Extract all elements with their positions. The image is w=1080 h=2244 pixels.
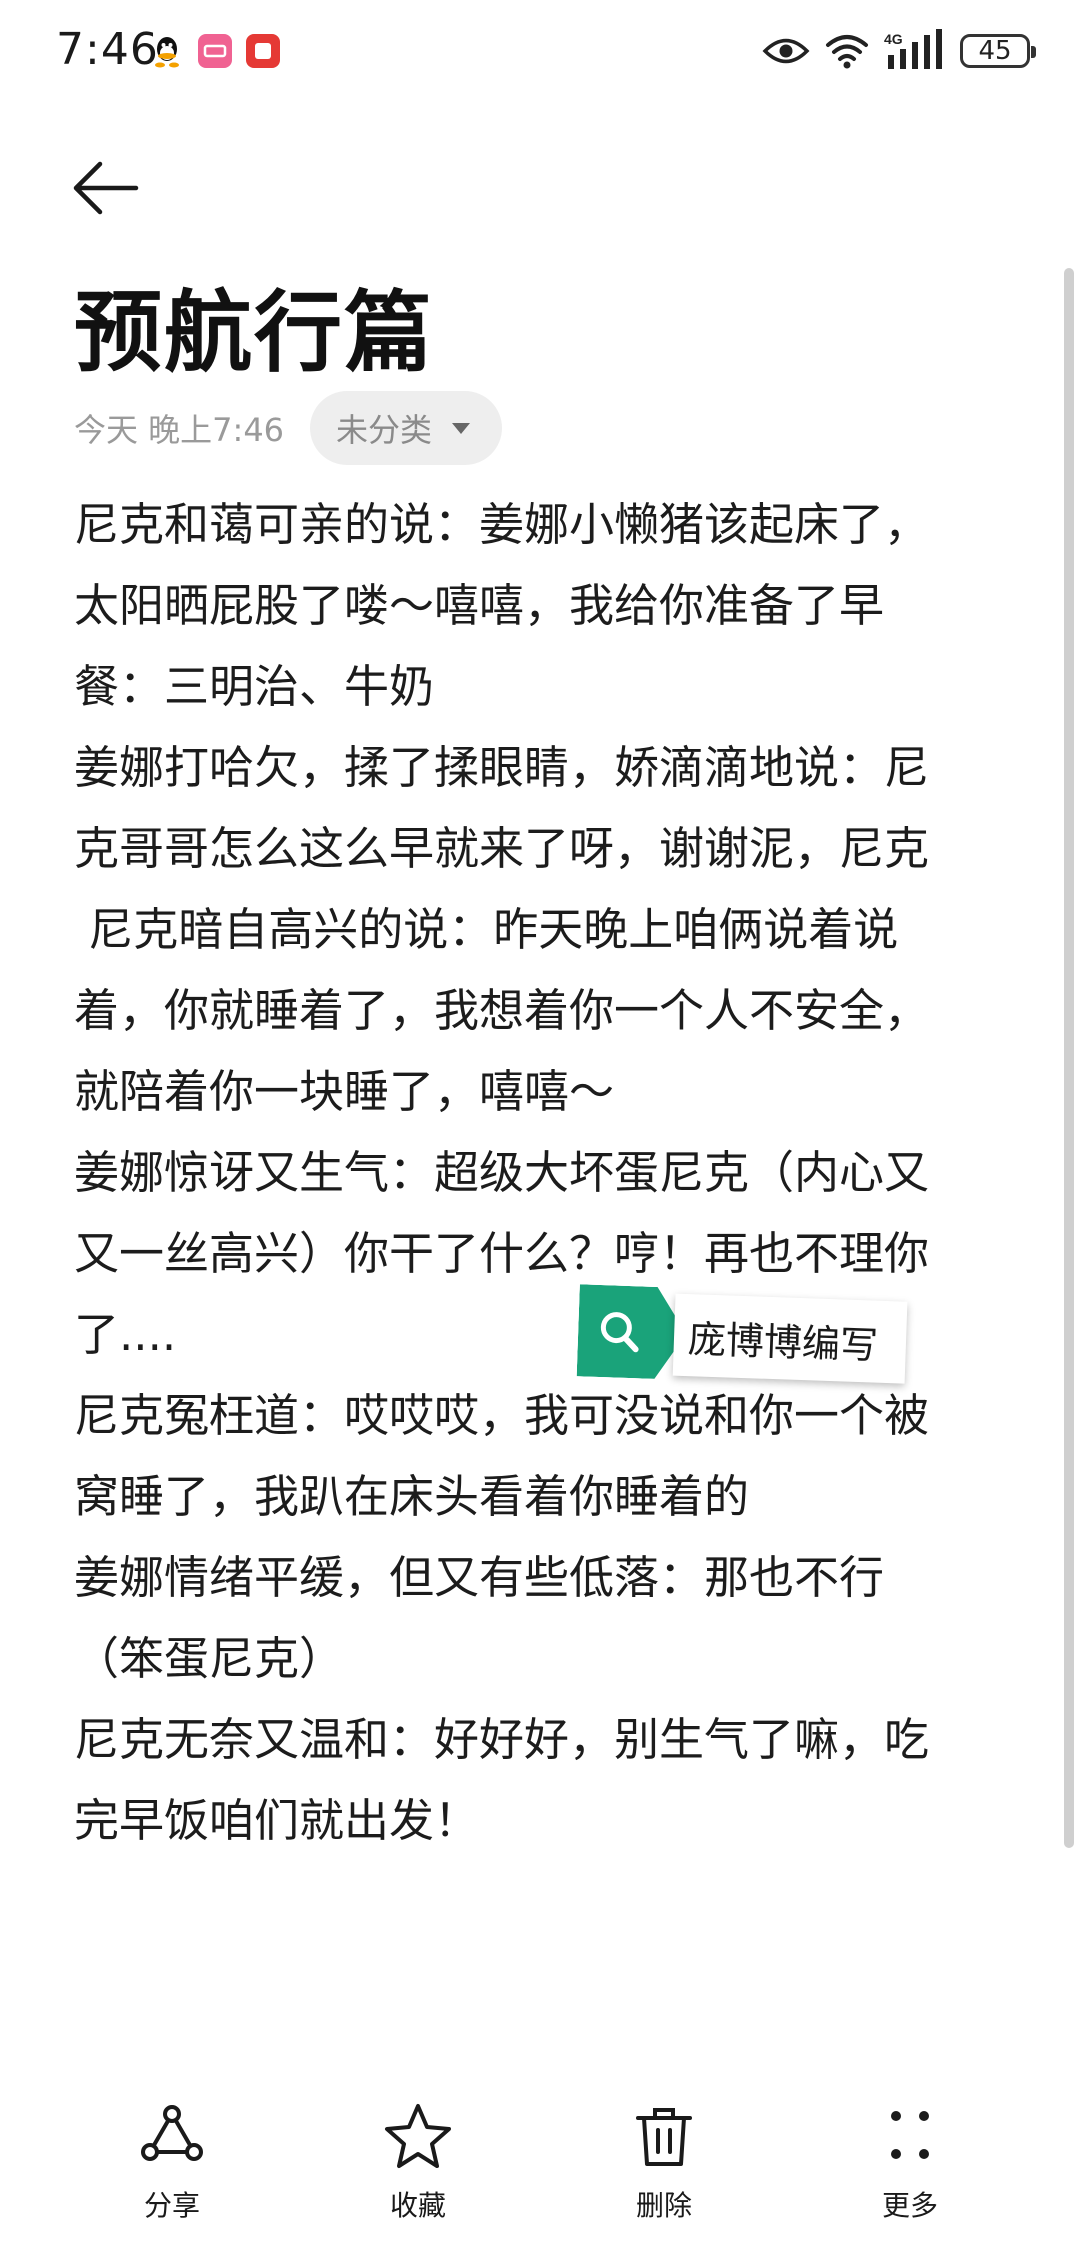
category-selector[interactable]: 未分类 xyxy=(310,391,503,465)
note-line: 克哥哥怎么这么早就来了呀，谢谢泥，尼克 xyxy=(74,822,930,875)
note-line: 姜娜惊讶又生气：超级大坏蛋尼克（内心又 xyxy=(74,1146,930,1199)
note-line: 姜娜情绪平缓，但又有些低落：那也不行 xyxy=(74,1551,885,1604)
scrollbar[interactable] xyxy=(1064,268,1074,1848)
note-line: 又一丝高兴）你干了什么？哼！再也不理你 xyxy=(74,1227,930,1280)
bottom-toolbar: 分享 收藏 删除 更多 xyxy=(0,2100,1080,2230)
search-icon xyxy=(577,1284,672,1379)
trash-icon xyxy=(636,2108,692,2166)
status-indicators: 4G 45 xyxy=(762,26,1036,76)
note-line: 尼克暗自高兴的说：昨天晚上咱俩说着说 xyxy=(74,903,899,956)
watermark-tag xyxy=(577,1284,688,1380)
note-line: 完早饭咱们就出发！ xyxy=(74,1794,480,1847)
note-line: 尼克无奈又温和：好好好，别生气了嘛，吃 xyxy=(74,1713,930,1766)
note-timestamp: 今天 晚上7:46 xyxy=(74,411,285,449)
eye-comfort-icon xyxy=(762,38,810,64)
more-dots-icon xyxy=(891,2111,929,2159)
message-notification-icon xyxy=(246,34,280,68)
more-label: 更多 xyxy=(881,2189,938,2222)
watermark-card: 庞博博编写 xyxy=(672,1293,908,1384)
note-body[interactable]: 尼克和蔼可亲的说：姜娜小懒猪该起床了， 太阳晒屁股了喽～嘻嘻，我给你准备了早 餐… xyxy=(74,484,1004,1861)
arrow-left-icon xyxy=(73,161,139,215)
note-line: 餐：三明治、牛奶 xyxy=(74,660,435,713)
wifi-icon xyxy=(826,35,868,69)
battery-level: 45 xyxy=(978,36,1012,66)
note-line: 就陪着你一块睡了，嘻嘻～ xyxy=(74,1065,615,1118)
note-line: 窝睡了，我趴在床头看着你睡着的 xyxy=(74,1470,750,1523)
more-button[interactable]: 更多 xyxy=(830,2100,990,2230)
svg-text:4G: 4G xyxy=(884,31,903,47)
share-button[interactable]: 分享 xyxy=(92,2100,252,2230)
note-line: 姜娜打哈欠，揉了揉眼睛，娇滴滴地说：尼 xyxy=(74,741,930,794)
note-line: （笨蛋尼克） xyxy=(74,1632,345,1685)
back-button[interactable] xyxy=(66,150,146,230)
note-line: 着，你就睡着了，我想着你一个人不安全， xyxy=(74,984,930,1037)
category-label: 未分类 xyxy=(336,411,433,449)
cellular-signal-icon: 4G xyxy=(884,29,942,69)
note-line: 太阳晒屁股了喽～嘻嘻，我给你准备了早 xyxy=(74,579,885,632)
battery-indicator: 45 xyxy=(960,34,1036,68)
delete-button[interactable]: 删除 xyxy=(584,2100,744,2230)
status-time: 7:46 xyxy=(56,24,159,75)
qq-notification-icon xyxy=(155,37,179,68)
delete-label: 删除 xyxy=(635,2189,692,2222)
note-title[interactable]: 预航行篇 xyxy=(74,262,434,389)
caret-down-icon xyxy=(452,423,471,434)
app-notification-icon xyxy=(198,34,232,68)
favorite-button[interactable]: 收藏 xyxy=(338,2100,498,2230)
watermark: 庞博博编写 xyxy=(576,1284,909,1395)
status-bar: 7:46 4G 45 xyxy=(0,0,1080,100)
share-label: 分享 xyxy=(143,2189,200,2222)
watermark-text: 庞博博编写 xyxy=(687,1316,879,1368)
favorite-label: 收藏 xyxy=(389,2189,446,2222)
share-icon xyxy=(141,2105,203,2161)
note-meta: 今天 晚上7:46 未分类 xyxy=(74,390,503,466)
note-line: 尼克和蔼可亲的说：姜娜小懒猪该起床了， xyxy=(74,498,930,551)
star-icon xyxy=(385,2104,451,2168)
